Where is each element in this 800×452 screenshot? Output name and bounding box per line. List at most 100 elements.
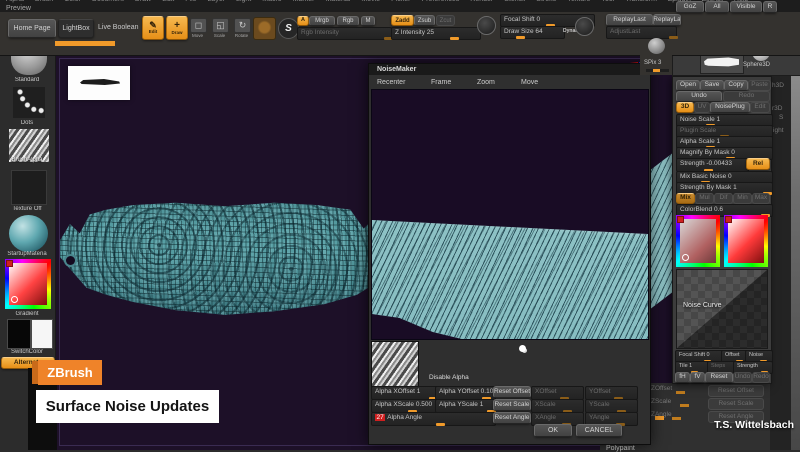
goz-button[interactable]: GoZ — [676, 1, 704, 13]
scrollbar[interactable] — [791, 55, 800, 450]
zsub-button[interactable]: Zsub — [414, 15, 435, 26]
goz-all-button[interactable]: All — [705, 1, 729, 13]
reset-angle-button[interactable]: Reset Angle — [493, 412, 531, 424]
zadd-button[interactable]: Zadd — [391, 15, 414, 26]
texture-slot[interactable] — [11, 170, 47, 205]
rgb-intensity-slider[interactable]: Rgb Intensity — [297, 27, 392, 40]
move-icon[interactable]: ◻ — [190, 18, 207, 33]
menubar-item[interactable]: Preferences — [422, 0, 460, 3]
m-button[interactable]: M — [361, 16, 375, 26]
spix-track[interactable] — [646, 69, 669, 72]
startup-material-icon[interactable] — [9, 215, 48, 252]
reset-offset-bg-button[interactable]: Reset Offset — [708, 385, 764, 397]
stroke-type-icon[interactable]: S — [278, 18, 299, 39]
curve-undo-button[interactable]: Undo — [733, 372, 752, 383]
save-button[interactable]: Save — [700, 80, 724, 91]
blend-mode-min[interactable]: Min — [733, 193, 752, 204]
curve-reset-button[interactable]: Reset — [705, 372, 733, 383]
adjust-last-slider[interactable]: AdjustLast — [606, 26, 677, 39]
color-picker[interactable] — [5, 259, 51, 309]
dialog-alpha-thumbnail[interactable] — [371, 341, 419, 387]
dialog-menu-recenter[interactable]: Recenter — [377, 79, 405, 86]
menubar-item[interactable]: Alpha — [6, 0, 24, 3]
noise-preview-viewport[interactable] — [371, 89, 649, 340]
menubar-item[interactable]: Stroke — [536, 0, 556, 3]
menubar-item[interactable]: Render — [470, 0, 493, 3]
menubar-item[interactable]: Texture — [567, 0, 590, 3]
zcut-button[interactable]: Zcut — [436, 15, 455, 26]
alpha-xscale-slider[interactable]: Alpha XScale 0.500 — [371, 399, 438, 413]
draw-size-icon[interactable] — [575, 17, 594, 36]
flip-v-button[interactable]: fV — [690, 372, 705, 383]
lightbox-button[interactable]: LightBox — [58, 19, 94, 38]
flip-h-button[interactable]: fH — [675, 372, 690, 383]
noiseplug-button[interactable]: NoisePlug — [710, 102, 750, 113]
mrgb-button[interactable]: Mrgb — [309, 16, 335, 26]
reset-scale-button[interactable]: Reset Scale — [493, 399, 531, 411]
menubar-item[interactable]: File — [185, 0, 196, 3]
menubar-item[interactable]: Transform — [625, 0, 657, 3]
menubar-item[interactable]: Light — [236, 0, 251, 3]
alpha-channel-button[interactable]: A — [297, 16, 309, 26]
lightbox-divider-bar[interactable] — [55, 41, 115, 46]
z-intensity-slider[interactable]: Z Intensity 25 — [391, 27, 481, 40]
menubar-item[interactable]: Stencil — [504, 0, 525, 3]
undo-button[interactable]: Undo — [676, 91, 722, 102]
menubar-item[interactable]: Picker — [391, 0, 410, 3]
curve-redo-button[interactable]: Redo — [752, 372, 770, 383]
zscale-handle[interactable] — [680, 404, 689, 407]
dialog-menu-zoom[interactable]: Zoom — [477, 79, 495, 86]
xoffset-slider[interactable]: XOffset — [531, 386, 584, 400]
strength-slider[interactable]: Strength -0.00433 — [676, 158, 749, 172]
copy-button[interactable]: Copy — [724, 80, 748, 91]
home-page-button[interactable]: Home Page — [8, 19, 56, 38]
disable-alpha-button[interactable]: Disable Alpha — [429, 375, 469, 382]
menubar-item[interactable]: Edit — [162, 0, 174, 3]
draw-button-shelf[interactable]: +Draw — [166, 16, 188, 40]
goz-visible-button[interactable]: Visible — [730, 1, 762, 13]
blend-mode-mix[interactable]: Mix — [676, 193, 695, 204]
replay-last-button[interactable]: ReplayLast — [606, 14, 653, 26]
alpha-yscale-slider[interactable]: Alpha YScale 1 — [435, 399, 496, 413]
blend-mode-dif[interactable]: Dif — [714, 193, 733, 204]
rel-button[interactable]: Rel — [746, 158, 770, 170]
paste-button[interactable]: Paste — [748, 80, 771, 91]
preview-label[interactable]: Preview — [6, 5, 31, 12]
reset-scale-bg-button[interactable]: Reset Scale — [708, 398, 764, 410]
menubar-item[interactable]: Brush — [35, 0, 53, 3]
noise-color-picker-b[interactable] — [724, 215, 768, 267]
live-boolean-label[interactable]: Live Boolean — [98, 24, 138, 31]
menubar-item[interactable]: Material — [325, 0, 350, 3]
scale-icon[interactable]: ◱ — [212, 18, 229, 33]
replay-last-2-button[interactable]: ReplayLa — [653, 14, 681, 26]
focal-shift-icon[interactable] — [477, 16, 496, 35]
menubar-item[interactable]: Color — [64, 0, 81, 3]
dialog-menu-move[interactable]: Move — [521, 79, 538, 86]
polypaint-label[interactable]: Polypaint — [606, 445, 635, 452]
cancel-button[interactable]: CANCEL — [576, 424, 622, 437]
rotate-icon[interactable]: ↻ — [234, 18, 251, 33]
reset-offset-button[interactable]: Reset Offset — [493, 386, 531, 398]
menubar-item[interactable]: Document — [92, 0, 124, 3]
menubar-item[interactable]: Draw — [135, 0, 151, 3]
secondary-color-swatch[interactable] — [31, 319, 53, 349]
dialog-menu-frame[interactable]: Frame — [431, 79, 451, 86]
alpha-xoffset-slider[interactable]: Alpha XOffset 1 — [371, 386, 438, 400]
menubar-item[interactable]: Layer — [208, 0, 226, 3]
alpha-yoffset-slider[interactable]: Alpha YOffset 0.102 — [435, 386, 496, 400]
menubar-item[interactable]: Macro — [262, 0, 281, 3]
yoffset-slider[interactable]: YOffset — [585, 386, 638, 400]
xscale-slider[interactable]: XScale — [531, 399, 584, 413]
menubar-item[interactable]: Movie — [361, 0, 380, 3]
menubar-item[interactable]: Marker — [293, 0, 315, 3]
bg-slider-handle[interactable] — [655, 416, 664, 420]
draw-size-slider[interactable]: Draw Size 64 — [500, 26, 565, 39]
brush-swatch-icon[interactable] — [253, 17, 276, 40]
mode-3d-button[interactable]: 3D — [676, 102, 694, 113]
goz-r-button[interactable]: R — [763, 1, 777, 13]
alpha-angle-slider[interactable]: 27Alpha Angle — [371, 412, 496, 426]
zangle-handle[interactable] — [672, 417, 681, 420]
blend-mode-max[interactable]: Max — [752, 193, 770, 204]
edit-button-shelf[interactable]: ✎Edit — [142, 16, 164, 40]
material-mini-sphere-icon[interactable] — [648, 38, 665, 54]
